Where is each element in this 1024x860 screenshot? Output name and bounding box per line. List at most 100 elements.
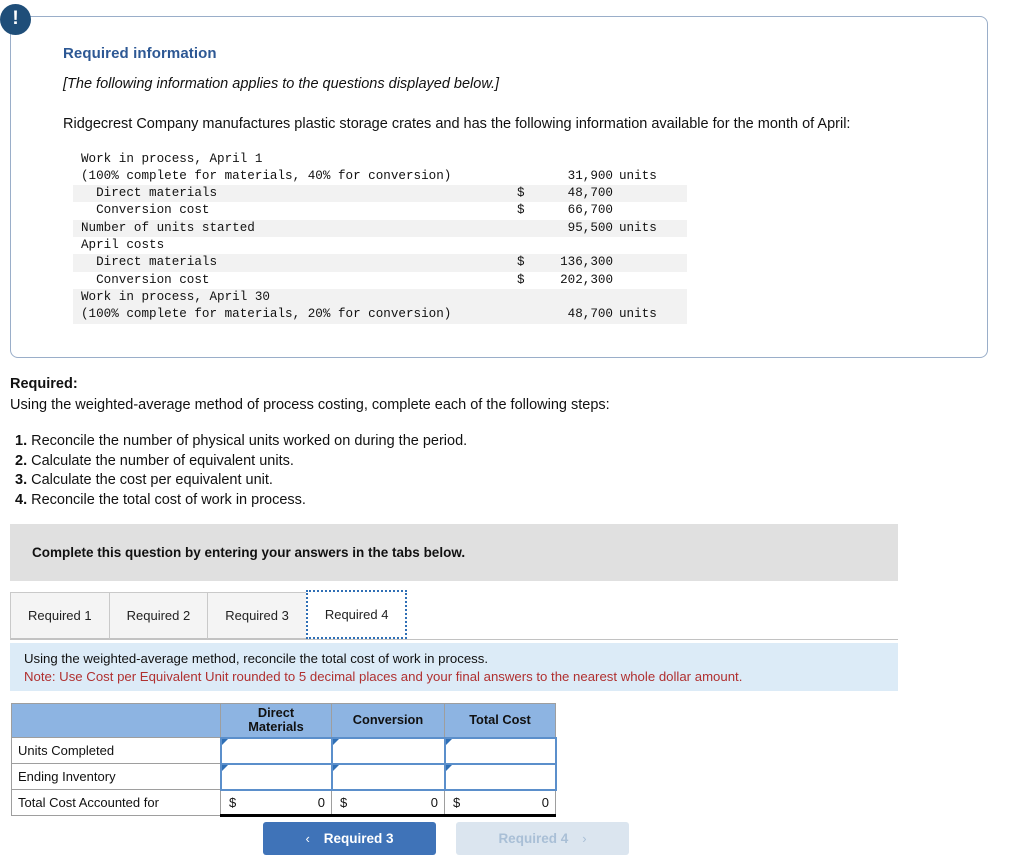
next-required-4-button[interactable]: Required 4 › bbox=[456, 822, 629, 855]
step-number: 3. bbox=[15, 472, 28, 489]
step-number: 1. bbox=[15, 433, 28, 450]
source-data-amount: $136,300 bbox=[501, 254, 613, 272]
source-data-unit bbox=[613, 288, 687, 307]
step-text: Calculate the number of equivalent units… bbox=[31, 452, 294, 469]
instruction-bar-text: Complete this question by entering your … bbox=[32, 545, 466, 560]
dollar-sign: $ bbox=[517, 186, 525, 201]
answer-input-direct-materials-row-2[interactable] bbox=[219, 762, 333, 791]
required-information-content: Required information [The following info… bbox=[63, 45, 957, 324]
cell-marker-icon bbox=[332, 738, 339, 745]
required-step: 2. Calculate the number of equivalent un… bbox=[10, 452, 910, 472]
previous-required-3-button[interactable]: ‹ Required 3 bbox=[263, 822, 436, 855]
rounding-note: Note: Use Cost per Equivalent Unit round… bbox=[24, 669, 743, 684]
answer-input-conversion-row-2[interactable] bbox=[330, 762, 446, 791]
answer-input-total-cost-row-1[interactable] bbox=[443, 736, 557, 765]
source-data-amount: $48,700 bbox=[501, 185, 613, 203]
tab-required-3[interactable]: Required 3 bbox=[207, 592, 307, 639]
chevron-right-icon: › bbox=[582, 831, 587, 846]
answer-total-conversion: $0 bbox=[331, 789, 445, 817]
required-step: 3. Calculate the cost per equivalent uni… bbox=[10, 471, 910, 491]
dollar-sign: $ bbox=[453, 794, 461, 810]
dollar-sign: $ bbox=[229, 794, 237, 810]
source-data-unit: units bbox=[613, 306, 687, 324]
source-data-amount bbox=[501, 288, 613, 307]
answer-total-direct-materials: $0 bbox=[220, 789, 332, 817]
required-section: Required: Using the weighted-average met… bbox=[10, 374, 910, 510]
answer-input-total-cost-row-2[interactable] bbox=[443, 762, 557, 791]
tabs-container: Required 1 Required 2 Required 3 Required 4 bbox=[10, 590, 898, 640]
tab-label: Required 4 bbox=[324, 607, 389, 622]
step-text: Reconcile the number of physical units w… bbox=[31, 433, 468, 450]
source-data-unit bbox=[613, 202, 687, 219]
dollar-sign: $ bbox=[517, 203, 525, 218]
source-data-unit bbox=[613, 151, 687, 168]
source-data-body: Work in process, April 1 (100% complete f… bbox=[73, 151, 687, 324]
dollar-sign: $ bbox=[517, 272, 525, 287]
answer-total-value: 0 bbox=[430, 794, 438, 810]
source-data-amount bbox=[501, 151, 613, 168]
source-data-row: April costs bbox=[73, 237, 687, 254]
source-data-label: April costs bbox=[81, 238, 165, 253]
col-header-total-cost: Total Cost bbox=[444, 703, 556, 738]
col-header-blank bbox=[11, 703, 221, 738]
source-data-label: Conversion cost bbox=[81, 203, 210, 218]
question-prompt: Using the weighted-average method, recon… bbox=[24, 651, 489, 666]
source-data-label: (100% complete for materials, 40% for co… bbox=[81, 168, 452, 183]
source-data-value: 48,700 bbox=[567, 186, 613, 201]
cell-marker-icon bbox=[332, 764, 339, 771]
col-header-conversion: Conversion bbox=[331, 703, 445, 738]
source-data-label: Work in process, April 1 bbox=[81, 151, 263, 166]
instruction-bar: Complete this question by entering your … bbox=[10, 524, 898, 581]
tab-required-2[interactable]: Required 2 bbox=[108, 592, 209, 639]
source-data-row: Conversion cost $202,300 bbox=[73, 272, 687, 289]
source-data-amount: 31,900 bbox=[567, 168, 613, 183]
tab-list: Required 1 Required 2 Required 3 Required 4 bbox=[10, 590, 898, 640]
source-data-unit bbox=[613, 237, 687, 254]
step-text: Reconcile the total cost of work in proc… bbox=[31, 491, 306, 508]
required-heading: Required: bbox=[10, 376, 78, 392]
source-data-amount: $66,700 bbox=[501, 202, 613, 219]
page-title: Required information bbox=[63, 45, 217, 62]
cell-marker-icon bbox=[221, 738, 228, 745]
source-data-row: Work in process, April 1 bbox=[73, 151, 687, 168]
source-data-unit: units bbox=[613, 219, 687, 238]
answer-row-label: Units Completed bbox=[11, 737, 221, 764]
source-data-unit bbox=[613, 272, 687, 289]
tab-required-4[interactable]: Required 4 bbox=[305, 590, 408, 639]
table-row: Total Cost Accounted for $0 $0 $0 bbox=[11, 789, 556, 817]
company-description: Ridgecrest Company manufactures plastic … bbox=[63, 116, 851, 132]
source-data-label: Conversion cost bbox=[81, 272, 210, 287]
col-header-direct-materials: Direct Materials bbox=[220, 703, 332, 738]
tab-required-1[interactable]: Required 1 bbox=[10, 592, 110, 639]
answer-total-value: 0 bbox=[317, 794, 325, 810]
dollar-sign: $ bbox=[340, 794, 348, 810]
source-data-value: 202,300 bbox=[560, 272, 613, 287]
source-data-row: Work in process, April 30 bbox=[73, 288, 687, 307]
source-data-amount: 95,500 bbox=[501, 219, 613, 238]
source-data-label: Direct materials bbox=[73, 254, 501, 272]
tab-label: Required 3 bbox=[225, 608, 289, 623]
required-step: 1. Reconcile the number of physical unit… bbox=[10, 432, 910, 452]
applies-note: [The following information applies to th… bbox=[63, 76, 500, 92]
source-data-amount: $202,300 bbox=[501, 272, 613, 289]
table-row: Ending Inventory bbox=[11, 762, 557, 791]
exclamation-icon: ! bbox=[0, 4, 31, 35]
table-row: Units Completed bbox=[11, 736, 557, 765]
question-info-banner: Using the weighted-average method, recon… bbox=[10, 643, 898, 691]
source-data-value: 66,700 bbox=[567, 203, 613, 218]
tab-label: Required 2 bbox=[126, 608, 191, 623]
answer-table-header-row: Direct Materials Conversion Total Cost bbox=[11, 703, 556, 738]
answer-table-body: Units Completed Ending Inventory Total Cos… bbox=[11, 736, 557, 817]
answer-input-conversion-row-1[interactable] bbox=[330, 736, 446, 765]
source-data-row: (100% complete for materials, 20% for co… bbox=[73, 306, 687, 324]
tab-label: Required 1 bbox=[28, 608, 92, 623]
col-header-dm-line2: Materials bbox=[248, 719, 304, 735]
source-data-label: Work in process, April 30 bbox=[73, 288, 501, 307]
source-data-row: Number of units started 95,500 units bbox=[73, 219, 687, 238]
source-data-row: Direct materials $136,300 bbox=[73, 254, 687, 272]
required-subheading: Using the weighted-average method of pro… bbox=[10, 396, 610, 413]
answer-input-direct-materials-row-1[interactable] bbox=[219, 736, 333, 765]
step-number: 2. bbox=[15, 452, 28, 469]
source-data-label: Number of units started bbox=[73, 219, 501, 238]
col-header-dm-line1: Direct bbox=[257, 705, 295, 721]
